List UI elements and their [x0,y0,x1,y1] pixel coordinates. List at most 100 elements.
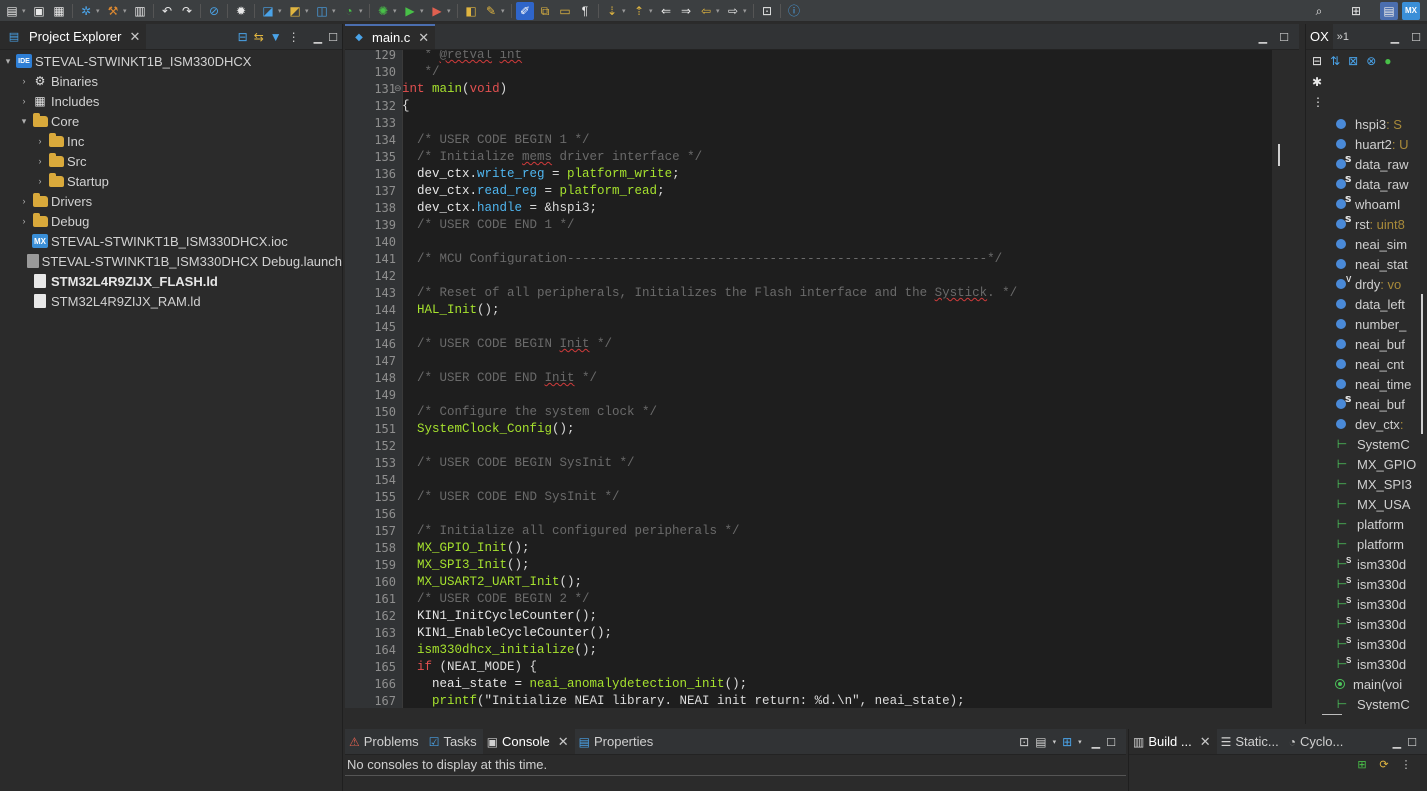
prev-annotation-dropdown-icon[interactable]: ▾ [649,2,656,20]
build-hammer-icon[interactable]: ⚒ [104,2,122,20]
cc-perspective-icon[interactable]: ▤ [1380,2,1398,20]
outline-item[interactable]: Sdata_raw [1306,174,1424,194]
outline-item[interactable]: S ⊢ ism330d [1306,614,1424,634]
display-console-dropdown-icon[interactable]: ▾ [1053,738,1057,746]
code-editor[interactable]: * @retval int */int main(void){ /* USER … [402,50,1272,708]
tab-problems[interactable]: ⚠ Problems [345,729,425,754]
minimize-icon[interactable]: ▁ [1092,736,1100,749]
outline-item[interactable]: main(voi [1306,674,1424,694]
undo-icon[interactable]: ↶ [158,2,176,20]
expanded-arrow-icon[interactable]: ▾ [2,56,14,67]
outline-item[interactable]: SwhoamI [1306,194,1424,214]
scroll-thumb[interactable] [1421,294,1423,434]
maximize-icon[interactable]: ☐ [1106,736,1116,749]
open-console-dropdown-icon[interactable]: ▾ [1078,738,1082,746]
close-icon[interactable]: ✕ [558,734,569,750]
outline-item[interactable]: Vdrdy : vo [1306,274,1424,294]
tree-item[interactable]: › Src [0,151,342,171]
tab-build-analyzer[interactable]: ▥ Build ... ✕ [1129,729,1217,754]
maximize-icon[interactable]: ☐ [1411,31,1421,44]
close-icon[interactable]: ✕ [1200,734,1211,750]
outline-item[interactable]: ⊢ SystemC [1306,694,1424,711]
tab-console[interactable]: ▣ Console ✕ [482,729,575,754]
filter-icon[interactable]: ▼ [270,30,282,44]
tree-item[interactable]: ▾ IDE STEVAL-STWINKT1B_ISM330DHCX [0,51,342,71]
link-with-editor-icon[interactable]: ⇆ [254,30,264,44]
pin-console-icon[interactable]: ⊡ [1019,735,1029,749]
outline-item[interactable]: neai_cnt [1306,354,1424,374]
outline-item[interactable]: S ⊢ ism330d [1306,574,1424,594]
block-selection-icon[interactable]: ▭ [556,2,574,20]
tree-item[interactable]: › ▦ Includes [0,91,342,111]
tab-properties[interactable]: ▤ Properties [575,729,660,754]
build-dropdown-icon[interactable]: ▾ [123,2,130,20]
show-whitespace-icon[interactable]: ¶ [576,2,594,20]
pencil-icon[interactable]: ✎ [482,2,500,20]
run-icon[interactable]: ▶ [401,2,419,20]
forward-edit-icon[interactable]: ⇒ [677,2,695,20]
minimize-icon[interactable]: ▁ [314,31,322,44]
tree-item[interactable]: STM32L4R9ZIJX_RAM.ld [0,291,342,311]
outline-item[interactable]: neai_sim [1306,234,1424,254]
build-all-icon[interactable]: ▥ [131,2,149,20]
back-dropdown-icon[interactable]: ▾ [716,2,723,20]
display-console-icon[interactable]: ▤ [1035,735,1046,749]
open-type-icon[interactable]: ◧ [462,2,480,20]
maximize-icon[interactable]: ☐ [1279,31,1289,44]
minimize-icon[interactable]: ▁ [1391,31,1399,44]
skip-breakpoints-icon[interactable]: ⊘ [205,2,223,20]
tab-cyclomatic[interactable]: ◔ Cyclo... [1285,729,1350,754]
debug-as-icon[interactable]: ✺ [374,2,392,20]
new-source-file-icon[interactable]: ◫ [313,2,331,20]
outline-item[interactable]: data_left [1306,294,1424,314]
outline-item[interactable]: ⊢ platform [1306,534,1424,554]
outline-item[interactable]: ⊢ MX_SPI3 [1306,474,1424,494]
device-config-icon[interactable]: ✲ [77,2,95,20]
outline-item[interactable]: neai_time [1306,374,1424,394]
tree-item[interactable]: STM32L4R9ZIJX_FLASH.ld [0,271,342,291]
fold-toggle-icon[interactable]: ⊖ [394,83,402,94]
debug-as-dropdown-icon[interactable]: ▾ [393,2,400,20]
last-edit-icon[interactable]: ⇐ [657,2,675,20]
refresh-icon[interactable]: ⊞ [1355,757,1369,771]
tab-project-explorer[interactable]: ▤ Project Explorer ✕ [0,24,147,49]
next-annotation-icon[interactable]: ⇣ [603,2,621,20]
vertical-scrollbar[interactable] [1273,50,1287,708]
minimize-icon[interactable]: ▁ [1259,31,1267,44]
back-icon[interactable]: ⇦ [697,2,715,20]
close-icon[interactable]: ✕ [418,30,429,46]
minimize-icon[interactable]: ▁ [1393,736,1401,749]
tab-outline[interactable]: OX [1306,24,1333,49]
maximize-icon[interactable]: ☐ [1407,736,1417,749]
new-c-project-dropdown-icon[interactable]: ▾ [278,2,285,20]
hide-nonpublic-icon[interactable]: ● [1384,54,1391,68]
open-folder-icon[interactable]: ◩ [286,2,304,20]
outline-item[interactable]: number_ [1306,314,1424,334]
debug-bug-icon[interactable]: ✹ [232,2,250,20]
open-folder-dropdown-icon[interactable]: ▾ [305,2,312,20]
outline-item[interactable]: S ⊢ ism330d [1306,594,1424,614]
outline-item[interactable]: neai_stat [1306,254,1424,274]
prev-annotation-icon[interactable]: ⇡ [630,2,648,20]
collapse-all-icon[interactable]: ⊟ [238,30,248,44]
redo-icon[interactable]: ↷ [178,2,196,20]
outline-item[interactable]: S ⊢ ism330d [1306,554,1424,574]
tree-item[interactable]: › Startup [0,171,342,191]
outline-item[interactable]: Srst : uint8 [1306,214,1424,234]
device-config-dropdown-icon[interactable]: ▾ [96,2,103,20]
search-refs-icon[interactable]: ◔ [340,2,358,20]
maximize-icon[interactable]: ☐ [328,31,338,44]
outline-item[interactable]: ⊢ SystemC [1306,434,1424,454]
info-icon[interactable]: ⓘ [785,2,803,20]
mx-perspective-icon[interactable]: MX [1402,2,1420,20]
toggle-word-wrap-icon[interactable]: ⧉ [536,2,554,20]
open-console-icon[interactable]: ⊞ [1062,735,1072,749]
forward-icon[interactable]: ⇨ [724,2,742,20]
sync-icon[interactable]: ⟳ [1377,757,1391,771]
tree-item[interactable]: STEVAL-STWINKT1B_ISM330DHCX Debug.launch [0,251,342,271]
collapsed-arrow-icon[interactable]: › [34,156,46,166]
new-dropdown-icon[interactable]: ▾ [22,2,29,20]
new-source-dropdown-icon[interactable]: ▾ [332,2,339,20]
outline-item[interactable]: S ⊢ ism330d [1306,634,1424,654]
next-annotation-dropdown-icon[interactable]: ▾ [622,2,629,20]
